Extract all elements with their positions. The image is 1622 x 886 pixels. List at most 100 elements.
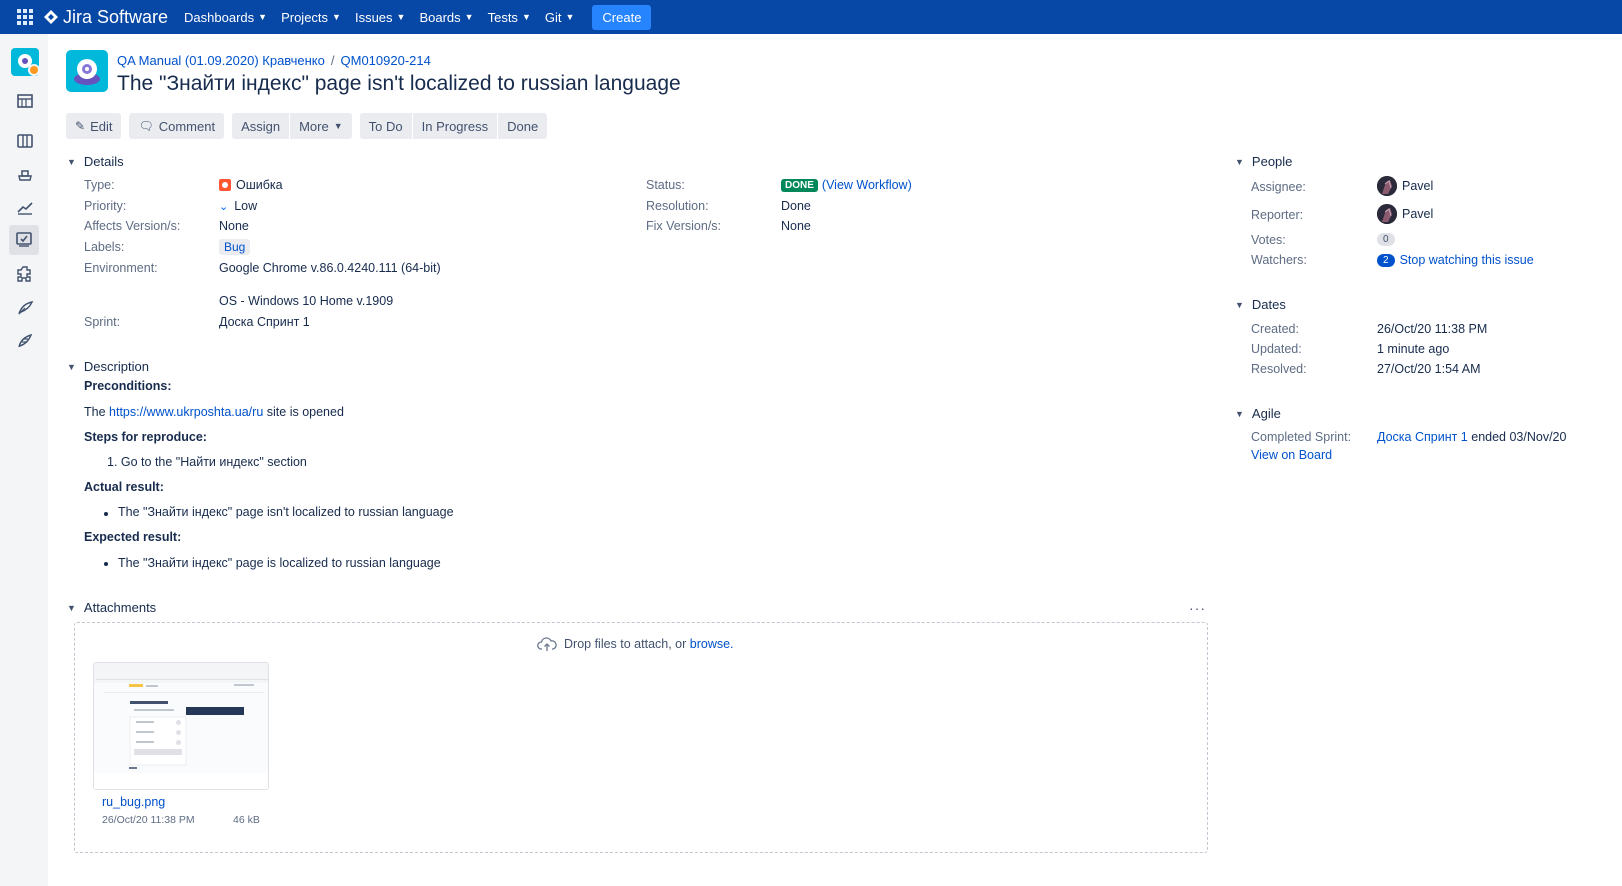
- board-icon[interactable]: [12, 128, 38, 154]
- fix-version-value: None: [781, 219, 811, 233]
- details-heading: Details: [83, 154, 124, 169]
- sprint-value: Доска Спринт 1: [219, 315, 310, 329]
- label-chip-bug[interactable]: Bug: [219, 239, 251, 255]
- bug-icon: [219, 179, 231, 191]
- sprint-ended-text: ended 03/Nov/20: [1471, 430, 1567, 444]
- environment-line-1: Google Chrome v.86.0.4240.111 (64-bit): [219, 261, 441, 275]
- reporter-label: Reporter:: [1251, 208, 1304, 222]
- priority-value-text: Low: [234, 199, 258, 213]
- people-heading: People: [1251, 154, 1293, 169]
- attachment-thumbnail[interactable]: [93, 662, 269, 790]
- issues-icon[interactable]: [9, 225, 39, 255]
- created-value: 26/Oct/20 11:38 PM: [1377, 322, 1488, 336]
- votes-label: Votes:: [1251, 233, 1286, 247]
- comment-button-label: Comment: [158, 118, 216, 134]
- nav-projects-label: Projects: [281, 9, 329, 25]
- jira-logo[interactable]: Jira Software: [43, 7, 168, 28]
- priority-label: Priority:: [84, 199, 127, 213]
- priority-value: ⌄ Low: [219, 199, 257, 213]
- todo-button[interactable]: To Do: [359, 113, 412, 139]
- labels-value: Bug: [219, 239, 251, 255]
- project-badge: [28, 64, 40, 76]
- attachments-section-toggle[interactable]: ▼ Attachments: [67, 600, 156, 615]
- breadcrumb-issue-key-link[interactable]: QM010920-214: [341, 53, 431, 68]
- assign-button[interactable]: Assign: [232, 113, 290, 139]
- people-section-toggle[interactable]: ▼ People: [1235, 154, 1292, 169]
- nav-issues[interactable]: Issues ▼: [355, 10, 406, 25]
- nav-dashboards[interactable]: Dashboards ▼: [184, 10, 267, 25]
- bullet: [104, 512, 108, 516]
- nav-tests[interactable]: Tests ▼: [488, 10, 531, 25]
- watchers-count-badge[interactable]: 2: [1377, 253, 1395, 267]
- test-icon[interactable]: [12, 328, 38, 354]
- components-icon[interactable]: [12, 261, 38, 287]
- assignee-value[interactable]: Pavel: [1377, 176, 1433, 196]
- expected-item: The "Знайти індекс" page is localized to…: [118, 556, 441, 570]
- view-on-board-link[interactable]: View on Board: [1251, 448, 1332, 462]
- attachment-size: 46 kB: [233, 814, 260, 826]
- nav-git-label: Git: [544, 9, 562, 25]
- avatar: [1377, 176, 1397, 196]
- assignee-name: Pavel: [1402, 179, 1434, 193]
- issue-project-avatar[interactable]: [66, 50, 108, 92]
- status-lozenge: DONE: [781, 178, 818, 192]
- app-switcher-icon[interactable]: [17, 9, 33, 25]
- pre-after-text: site is opened: [266, 405, 344, 419]
- nav-boards[interactable]: Boards ▼: [419, 10, 473, 25]
- stop-watching-link[interactable]: Stop watching this issue: [1400, 253, 1534, 267]
- feather-icon[interactable]: [12, 295, 38, 321]
- nav-projects[interactable]: Projects ▼: [281, 10, 341, 25]
- issue-title[interactable]: The "Знайти індекс" page isn't localized…: [117, 72, 681, 96]
- agile-heading: Agile: [1251, 406, 1281, 421]
- status-value: DONE (View Workflow): [781, 178, 912, 192]
- avatar: [1377, 204, 1397, 224]
- agile-section-toggle[interactable]: ▼ Agile: [1235, 406, 1281, 421]
- project-avatar-icon: [74, 59, 100, 85]
- breadcrumb: QA Manual (01.09.2020) Кравченко / QM01092…: [117, 53, 431, 68]
- sprint-label: Sprint:: [84, 315, 121, 329]
- votes-count-badge: 0: [1377, 233, 1395, 246]
- dates-heading: Dates: [1251, 297, 1286, 312]
- chevron-down-icon: ▼: [565, 12, 575, 22]
- jira-logo-icon: [44, 10, 58, 24]
- browse-link[interactable]: browse.: [690, 637, 734, 651]
- status-label: Status:: [646, 178, 685, 192]
- view-workflow-link[interactable]: (View Workflow): [822, 178, 912, 192]
- assignee-label: Assignee:: [1251, 180, 1306, 194]
- reporter-name: Pavel: [1402, 207, 1434, 221]
- nav-git[interactable]: Git ▼: [545, 10, 575, 25]
- create-button[interactable]: Create: [592, 4, 652, 30]
- backlog-icon[interactable]: [12, 88, 38, 114]
- type-label: Type:: [84, 178, 115, 192]
- releases-icon[interactable]: [12, 161, 38, 187]
- attachment-file-link[interactable]: ru_bug.png: [102, 795, 165, 809]
- chevron-down-icon: ▼: [67, 361, 76, 372]
- votes-value[interactable]: 0: [1377, 233, 1395, 246]
- ukrposhta-link[interactable]: https://www.ukrposhta.ua/ru: [109, 405, 263, 419]
- edit-button[interactable]: ✎ Edit: [66, 113, 122, 139]
- chevron-down-icon: ▼: [333, 121, 343, 131]
- description-section-toggle[interactable]: ▼ Description: [67, 359, 149, 374]
- attachments-more-icon[interactable]: ···: [1189, 600, 1206, 616]
- preconditions-text: Preconditions:: [84, 379, 172, 393]
- chevron-down-icon: ▼: [67, 156, 76, 167]
- updated-value: 1 minute ago: [1377, 342, 1450, 356]
- details-section-toggle[interactable]: ▼ Details: [67, 154, 124, 169]
- reporter-value[interactable]: Pavel: [1377, 204, 1433, 224]
- in-progress-button[interactable]: In Progress: [412, 113, 498, 139]
- type-value-text: Ошибка: [236, 178, 283, 192]
- issue-toolbar: ✎ Edit 🗨 Comment Assign More ▼ To Do In Pro…: [66, 113, 555, 139]
- screenshot-preview: [94, 663, 268, 789]
- comment-button[interactable]: 🗨 Comment: [129, 113, 225, 139]
- labels-label: Labels:: [84, 240, 125, 254]
- dates-section-toggle[interactable]: ▼ Dates: [1235, 297, 1286, 312]
- more-button[interactable]: More ▼: [290, 113, 352, 139]
- breadcrumb-project-link[interactable]: QA Manual (01.09.2020) Кравченко: [117, 53, 325, 68]
- reports-icon[interactable]: [12, 194, 38, 220]
- preconditions-line: The https://www.ukrposhta.ua/ru site is …: [84, 405, 344, 419]
- done-button[interactable]: Done: [498, 113, 548, 139]
- actual-item: The "Знайти індекс" page isn't localized…: [118, 505, 454, 519]
- watchers-value: 2 Stop watching this issue: [1377, 253, 1534, 267]
- sprint-link[interactable]: Доска Спринт 1: [1377, 430, 1468, 444]
- edit-button-label: Edit: [90, 118, 113, 134]
